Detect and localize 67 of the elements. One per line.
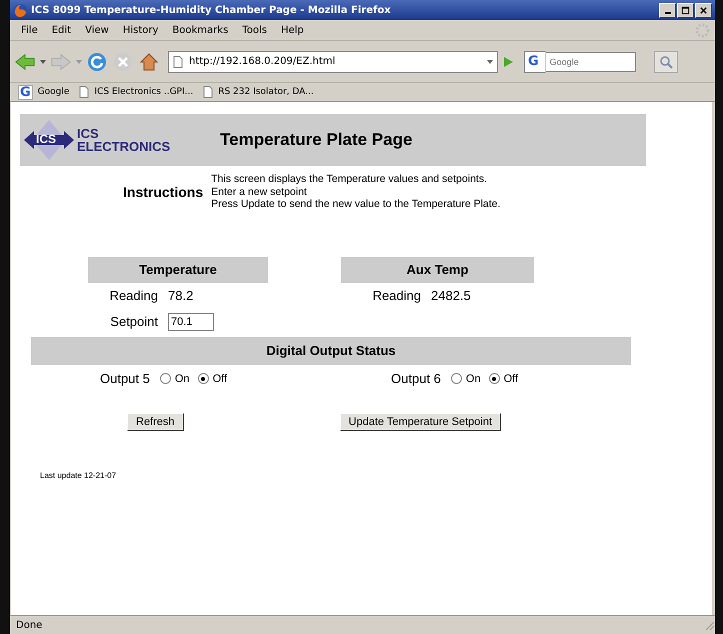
status-text: Done bbox=[16, 620, 42, 630]
menu-item[interactable]: Edit bbox=[44, 24, 78, 36]
close-button[interactable] bbox=[695, 2, 712, 18]
output-label: Output 6 bbox=[391, 371, 441, 386]
page-icon bbox=[203, 86, 214, 98]
search-button[interactable] bbox=[654, 50, 678, 72]
page-icon bbox=[173, 56, 183, 68]
radio-button[interactable] bbox=[160, 373, 171, 384]
logo-text: ICS bbox=[77, 127, 100, 140]
window-title: ICS 8099 Temperature-Humidity Chamber Page - Mozilla Firefox bbox=[31, 4, 391, 16]
radio-label: Off bbox=[504, 372, 518, 384]
menu-item[interactable]: Tools bbox=[235, 24, 274, 36]
reading-value: 2482.5 bbox=[431, 288, 471, 303]
bookmark-item[interactable]: G Google bbox=[18, 84, 70, 100]
minimize-button[interactable] bbox=[659, 2, 676, 18]
radio-button[interactable] bbox=[198, 373, 209, 384]
maximize-icon bbox=[680, 6, 691, 14]
back-button[interactable] bbox=[14, 52, 36, 72]
menu-item[interactable]: File bbox=[14, 24, 45, 36]
instructions-label: Instructions bbox=[123, 184, 204, 200]
menu-item[interactable]: Help bbox=[274, 24, 311, 36]
radio-button[interactable] bbox=[450, 373, 462, 384]
last-update-text: Last update 12-21-07 bbox=[40, 470, 116, 480]
radio-label: On bbox=[466, 372, 481, 384]
radio-button[interactable] bbox=[488, 373, 500, 384]
search-engine-button[interactable]: G bbox=[524, 50, 546, 72]
bookmark-item[interactable]: ICS Electronics ..GPI... bbox=[79, 86, 194, 98]
close-icon bbox=[698, 6, 709, 14]
output-label: Output 5 bbox=[100, 371, 150, 386]
section-header: Digital Output Status bbox=[31, 336, 631, 364]
reading-value: 78.2 bbox=[168, 288, 194, 303]
address-field[interactable]: http://192.168.0.209/EZ.html bbox=[168, 50, 498, 72]
dropdown-icon[interactable] bbox=[40, 60, 46, 64]
section-header: Aux Temp bbox=[341, 256, 534, 282]
bookmark-item[interactable]: RS 232 Isolator, DA... bbox=[203, 86, 314, 98]
throbber-icon bbox=[695, 22, 710, 38]
instruction-text: This screen displays the Temperature values and setpoints. bbox=[211, 173, 488, 186]
reload-button[interactable] bbox=[86, 52, 108, 72]
menu-item[interactable]: View bbox=[78, 24, 116, 36]
radio-label: On bbox=[174, 372, 190, 384]
home-button[interactable] bbox=[138, 52, 160, 72]
setpoint-field[interactable]: 70.1 bbox=[168, 312, 214, 330]
action-button[interactable]: Refresh bbox=[127, 412, 184, 430]
logo-text: ICS bbox=[36, 132, 56, 146]
logo-diamond-icon bbox=[24, 120, 74, 160]
dropdown-icon[interactable] bbox=[487, 60, 493, 64]
page-icon bbox=[79, 86, 90, 98]
search-field[interactable]: Google bbox=[546, 52, 636, 72]
maximize-button[interactable] bbox=[677, 2, 694, 18]
field-label: Reading bbox=[108, 288, 158, 303]
menu-item[interactable]: History bbox=[116, 24, 166, 36]
go-button[interactable] bbox=[502, 56, 514, 68]
field-label: Reading bbox=[372, 288, 421, 303]
field-label: Setpoint bbox=[109, 314, 158, 329]
minimize-icon bbox=[664, 12, 670, 14]
resize-grip-icon bbox=[703, 619, 715, 631]
instruction-text: Enter a new setpoint bbox=[211, 186, 308, 198]
instruction-text: Press Update to send the new value to the Temperature Plate. bbox=[211, 198, 500, 210]
page-heading: Temperature Plate Page bbox=[220, 130, 412, 150]
menu-item[interactable]: Bookmarks bbox=[165, 24, 236, 36]
action-button[interactable]: Update Temperature Setpoint bbox=[340, 412, 502, 430]
logo-text: ELECTRONICS bbox=[77, 140, 170, 153]
google-icon: G bbox=[18, 84, 33, 100]
browser-logo-icon bbox=[13, 2, 28, 18]
radio-label: Off bbox=[212, 372, 228, 384]
section-header: Temperature bbox=[88, 256, 268, 282]
search-icon bbox=[658, 54, 674, 68]
